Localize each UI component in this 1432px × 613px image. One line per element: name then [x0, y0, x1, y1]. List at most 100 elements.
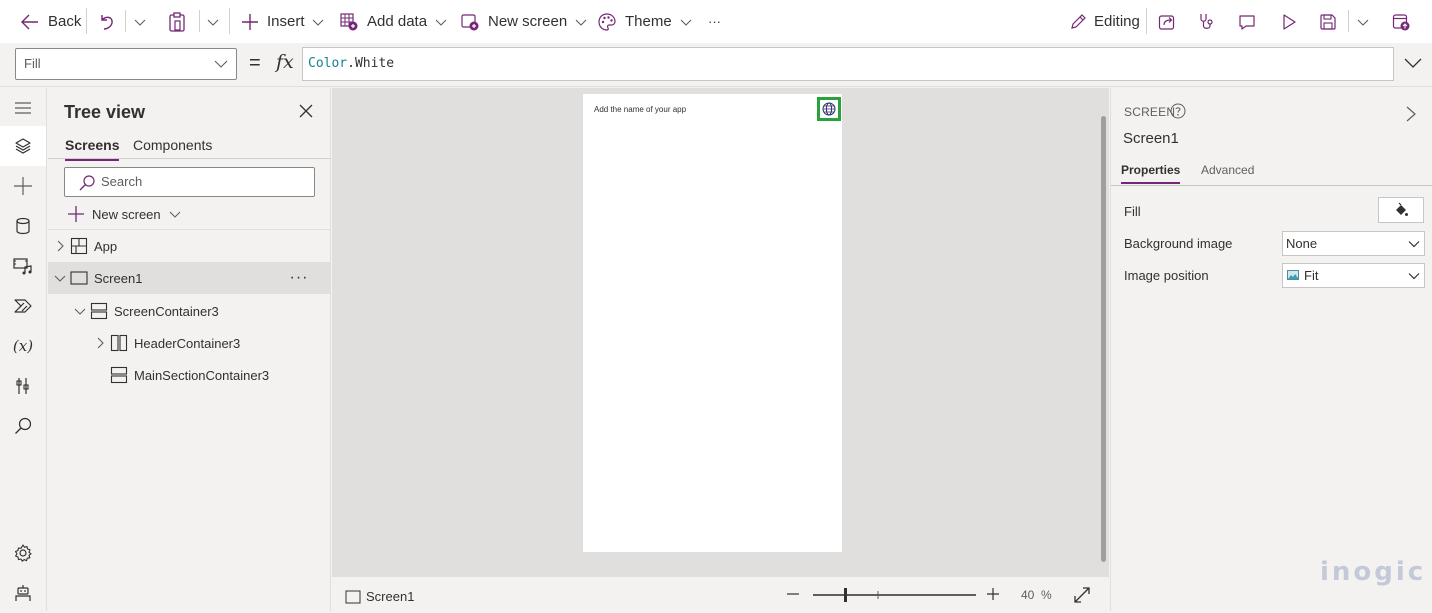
search-icon — [79, 175, 95, 191]
rail-insert-button[interactable] — [0, 166, 46, 206]
tools-icon — [16, 378, 29, 394]
back-button[interactable]: Back — [20, 0, 81, 43]
fill-color-picker[interactable] — [1378, 197, 1424, 223]
fit-to-window-button[interactable] — [1073, 586, 1091, 604]
formula-input[interactable]: Color.White — [302, 47, 1394, 81]
horizontal-container-icon — [110, 334, 128, 352]
canvas-status-bar: Screen1 40 % — [332, 576, 1109, 611]
control-type-label: SCREEN — [1124, 105, 1176, 119]
help-icon[interactable] — [1170, 103, 1186, 119]
formula-token-member: .White — [347, 56, 395, 71]
chevron-right-icon[interactable] — [54, 240, 66, 252]
rail-variables-button[interactable]: (x) — [0, 326, 46, 366]
tree-node-headercontainer3[interactable]: HeaderContainer3 — [48, 327, 331, 359]
tree-search-input[interactable] — [101, 174, 301, 189]
publish-button[interactable] — [1391, 0, 1411, 43]
app-screen-canvas[interactable]: Add the name of your app — [583, 94, 842, 552]
zoom-slider-thumb[interactable] — [844, 588, 847, 602]
vertical-container-icon — [110, 366, 128, 384]
node-more-button[interactable]: ··· — [288, 262, 310, 294]
divider — [199, 10, 200, 32]
tree-node-screencontainer3[interactable]: ScreenContainer3 — [48, 295, 331, 327]
zoom-slider[interactable] — [813, 585, 976, 605]
theme-button[interactable]: Theme — [597, 0, 692, 43]
rail-media-button[interactable] — [0, 246, 46, 286]
chevron-down-icon[interactable] — [54, 272, 66, 284]
tree-view-panel: Tree view Screens Components New screen … — [48, 88, 331, 611]
chevron-down-icon — [435, 19, 447, 26]
add-data-button[interactable]: Add data — [339, 0, 447, 43]
comments-button[interactable] — [1237, 0, 1257, 43]
rail-search-button[interactable] — [0, 406, 46, 446]
rail-power-automate-button[interactable] — [0, 286, 46, 326]
tab-components[interactable]: Components — [133, 137, 212, 159]
canvas-area: Add the name of your app — [332, 88, 1109, 576]
command-bar: Back Insert Add data New screen Theme ··… — [0, 0, 1432, 43]
chevron-down-icon — [134, 19, 146, 26]
editing-mode-button[interactable]: Editing — [1068, 0, 1140, 43]
undo-button[interactable] — [97, 0, 117, 43]
tree-search-box[interactable] — [64, 167, 315, 197]
more-commands-button[interactable]: ··· — [708, 0, 721, 43]
globe-control-selected[interactable] — [817, 97, 841, 121]
undo-dropdown[interactable] — [134, 0, 146, 43]
chevron-down-icon — [1357, 19, 1369, 26]
screen-icon — [70, 271, 88, 285]
search-icon — [15, 417, 32, 434]
preview-button[interactable] — [1279, 0, 1299, 43]
divider — [229, 8, 230, 34]
tree-node-mainsectioncontainer3[interactable]: MainSectionContainer3 — [48, 359, 331, 391]
zoom-out-button[interactable] — [785, 586, 801, 602]
paste-button[interactable] — [167, 0, 187, 43]
hamburger-icon — [15, 102, 31, 114]
chevron-down-icon[interactable] — [74, 305, 86, 317]
image-position-label: Image position — [1124, 268, 1209, 283]
property-dropdown[interactable]: Fill — [15, 48, 237, 80]
background-image-dropdown[interactable]: None — [1282, 231, 1425, 256]
gear-icon — [14, 544, 32, 562]
current-screen-indicator[interactable]: Screen1 — [345, 589, 414, 604]
layers-icon — [15, 138, 31, 154]
tree-node-screen1[interactable]: Screen1 ··· — [48, 262, 331, 294]
insert-button[interactable]: Insert — [240, 0, 324, 43]
tab-advanced[interactable]: Advanced — [1201, 163, 1254, 177]
expand-formula-button[interactable] — [1403, 56, 1423, 70]
paste-dropdown[interactable] — [207, 0, 219, 43]
fill-label: Fill — [1124, 204, 1141, 219]
image-position-dropdown[interactable]: Fit — [1282, 263, 1425, 288]
close-tree-button[interactable] — [297, 102, 315, 120]
rail-settings-button[interactable] — [0, 533, 46, 573]
zoom-in-button[interactable] — [985, 586, 1001, 602]
tab-properties[interactable]: Properties — [1121, 163, 1181, 184]
variables-icon: (x) — [12, 337, 34, 355]
rail-menu-button[interactable] — [0, 88, 46, 128]
rail-data-button[interactable] — [0, 206, 46, 246]
paint-bucket-icon — [1395, 202, 1408, 218]
plus-icon — [240, 12, 260, 32]
chevron-right-icon[interactable] — [94, 337, 106, 349]
chevron-down-icon — [169, 211, 181, 218]
rail-tree-view-button[interactable] — [0, 126, 46, 166]
background-image-label: Background image — [1124, 236, 1233, 251]
bot-icon — [15, 585, 31, 601]
app-name-label[interactable]: Add the name of your app — [594, 105, 686, 114]
collapse-pane-button[interactable] — [1404, 105, 1418, 123]
share-button[interactable] — [1157, 0, 1177, 43]
rail-advanced-tools-button[interactable] — [0, 366, 46, 406]
inogic-watermark-logo: inogic — [1320, 557, 1427, 587]
control-name[interactable]: Screen1 — [1123, 130, 1179, 147]
save-button[interactable] — [1318, 0, 1338, 43]
fx-icon: fx — [276, 51, 294, 73]
canvas-vertical-scrollbar[interactable] — [1101, 116, 1106, 562]
tree-view-title: Tree view — [64, 102, 146, 122]
new-screen-button[interactable]: New screen — [460, 0, 587, 43]
new-screen-tree-button[interactable]: New screen — [67, 204, 181, 224]
tree-node-app[interactable]: App — [48, 230, 331, 262]
database-icon — [16, 217, 30, 235]
app-checker-button[interactable] — [1197, 0, 1217, 43]
divider — [1146, 8, 1147, 34]
table-add-icon — [339, 12, 359, 32]
rail-virtual-agent-button[interactable] — [0, 573, 46, 613]
save-dropdown[interactable] — [1357, 0, 1369, 43]
equals-sign: = — [249, 52, 261, 74]
